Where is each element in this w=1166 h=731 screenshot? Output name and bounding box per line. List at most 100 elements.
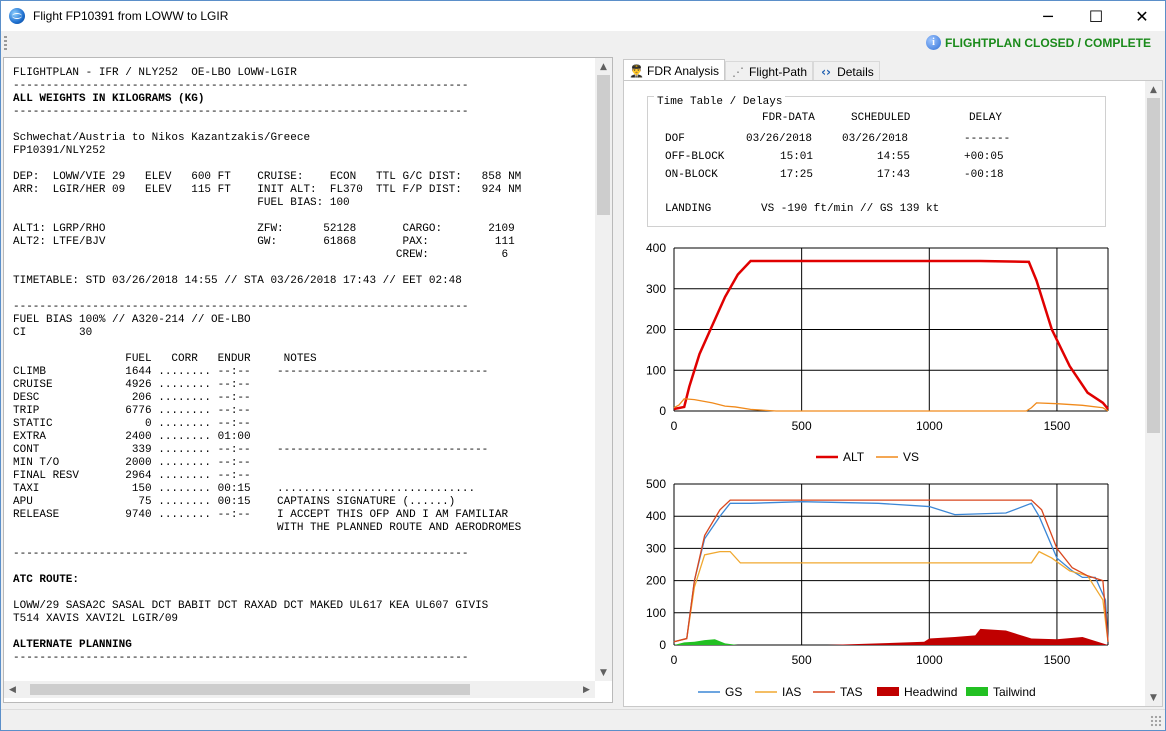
flightplan-line: ----------------------------------------… — [13, 80, 469, 92]
legend-label-ias: IAS — [782, 685, 801, 699]
timetable-sched-value: 17:43 — [877, 169, 911, 181]
y-tick-label: 400 — [646, 509, 666, 523]
scroll-up-arrow-icon[interactable]: ▲ — [595, 58, 612, 75]
y-tick-label: 300 — [646, 541, 666, 555]
timetable-fdr-value: 17:25 — [780, 169, 814, 181]
landing-label: LANDING — [665, 203, 712, 215]
flightplan-line: ----------------------------------------… — [13, 106, 469, 118]
flightplan-line — [13, 158, 521, 171]
y-tick-label: 100 — [646, 606, 666, 620]
resize-grip-icon[interactable] — [1150, 715, 1162, 727]
tab-label: FDR Analysis — [647, 63, 720, 78]
application-window: Flight FP10391 from LOWW to LGIR ─ ☐ ✕ i… — [0, 0, 1166, 731]
y-tick-label: 200 — [646, 323, 666, 337]
landing-value: VS -190 ft/min // GS 139 kt — [761, 203, 940, 215]
flightplan-text: FLIGHTPLAN - IFR / NLY252 OE-LBO LOWW-LG… — [13, 67, 521, 665]
timetable-header-fdr: FDR-DATA — [762, 112, 815, 124]
x-tick-label: 500 — [792, 653, 812, 667]
scroll-down-arrow-icon[interactable]: ▼ — [1145, 689, 1162, 706]
flightplan-line — [13, 561, 521, 574]
status-indicator: i FLIGHTPLAN CLOSED / COMPLETE — [926, 35, 1151, 50]
tab-label: Details — [837, 64, 874, 79]
timetable-row-label: ON-BLOCK — [665, 169, 718, 181]
scroll-right-arrow-icon[interactable]: ▶ — [578, 681, 595, 698]
analysis-panel: 👨‍✈️ FDR Analysis ⋰ Flight-Path ‹› Detai… — [623, 57, 1165, 707]
flightplan-line: TAXI 150 ........ 00:15 ................… — [13, 483, 476, 495]
timetable-delay-value: -00:18 — [964, 169, 1004, 181]
timetable-legend: Time Table / Delays — [654, 96, 786, 108]
path-icon: ⋰ — [732, 64, 745, 79]
series-line-vs — [673, 398, 1109, 412]
flightplan-line — [13, 119, 521, 132]
flightplan-line: ALT1: LGRP/RHO ZFW: 52128 CARGO: 2109 — [13, 223, 515, 235]
status-bar — [1, 709, 1165, 730]
y-tick-label: 500 — [646, 478, 666, 491]
flightplan-horizontal-scrollbar[interactable]: ◀ ▶ — [4, 681, 595, 698]
analysis-vertical-scrollbar[interactable]: ▲ ▼ — [1145, 81, 1162, 706]
legend-label-headwind: Headwind — [904, 685, 957, 699]
y-tick-label: 300 — [646, 282, 666, 296]
flightplan-line: RELEASE 9740 ........ --:-- I ACCEPT THI… — [13, 509, 509, 521]
series-line-alt — [673, 259, 1109, 411]
flightplan-line: CLIMB 1644 ........ --:-- --------------… — [13, 366, 489, 378]
timetable-fdr-value: 03/26/2018 — [746, 133, 813, 145]
flightplan-line: ARR: LGIR/HER 09 ELEV 115 FT INIT ALT: F… — [13, 184, 522, 196]
legend-label-tailwind: Tailwind — [993, 685, 1036, 699]
flightplan-line: DEP: LOWW/VIE 29 ELEV 600 FT CRUISE: ECO… — [13, 171, 522, 183]
series-line-ias — [673, 550, 1109, 643]
x-tick-label: 1500 — [1044, 419, 1071, 433]
tab-fdr-analysis[interactable]: 👨‍✈️ FDR Analysis — [623, 59, 726, 81]
timetable-sched-value: 03/26/2018 — [842, 133, 909, 145]
tab-details[interactable]: ‹› Details — [813, 61, 880, 81]
flightplan-line: TIMETABLE: STD 03/26/2018 14:55 // STA 0… — [13, 275, 462, 287]
timetable-box: Time Table / Delays FDR-DATA SCHEDULED D… — [647, 96, 1106, 227]
timetable-delay-value: ------- — [964, 133, 1011, 145]
scroll-thumb[interactable] — [1147, 98, 1160, 433]
maximize-button[interactable]: ☐ — [1073, 1, 1119, 31]
close-button[interactable]: ✕ — [1119, 1, 1165, 31]
window-title: Flight FP10391 from LOWW to LGIR — [33, 9, 229, 23]
title-bar[interactable]: Flight FP10391 from LOWW to LGIR ─ ☐ ✕ — [1, 1, 1165, 31]
scroll-thumb[interactable] — [597, 75, 610, 215]
fdr-analysis-tab-content: Time Table / Delays FDR-DATA SCHEDULED D… — [623, 80, 1163, 707]
flightplan-line: DESC 206 ........ --:-- — [13, 392, 251, 404]
legend-label-alt: ALT — [843, 450, 865, 464]
x-tick-label: 0 — [671, 653, 678, 667]
timetable-row-label: OFF-BLOCK — [665, 151, 725, 163]
flightplan-line: TRIP 6776 ........ --:-- — [13, 405, 251, 417]
horizontal-scroll-thumb[interactable] — [30, 684, 470, 695]
x-tick-label: 0 — [671, 419, 678, 433]
timetable-sched-value: 14:55 — [877, 151, 911, 163]
flightplan-line: CI 30 — [13, 327, 93, 339]
flightplan-line — [13, 587, 521, 600]
timetable-header-delay: DELAY — [969, 112, 1003, 124]
flightplan-line: EXTRA 2400 ........ 01:00 — [13, 431, 251, 443]
flightplan-line: FLIGHTPLAN - IFR / NLY252 OE-LBO LOWW-LG… — [13, 67, 297, 79]
series-line-gs — [673, 501, 1109, 643]
timetable-delay-value: +00:05 — [964, 151, 1004, 163]
y-tick-label: 0 — [659, 404, 666, 418]
timetable-fdr-value: 15:01 — [780, 151, 814, 163]
flightplan-line — [13, 210, 521, 223]
flightplan-vertical-scrollbar[interactable]: ▲ ▼ — [595, 58, 612, 681]
minimize-button[interactable]: ─ — [1025, 1, 1071, 31]
flightplan-line: CRUISE 4926 ........ --:-- — [13, 379, 251, 391]
flightplan-line: ALL WEIGHTS IN KILOGRAMS (KG) — [13, 93, 205, 105]
flightplan-line: FUEL BIAS: 100 — [13, 197, 350, 209]
scroll-down-arrow-icon[interactable]: ▼ — [595, 664, 612, 681]
toolbar: i FLIGHTPLAN CLOSED / COMPLETE — [1, 31, 1165, 57]
toolbar-grip[interactable] — [4, 36, 7, 52]
flightplan-line: CONT 339 ........ --:-- ----------------… — [13, 444, 489, 456]
legend-swatch-tailwind — [966, 687, 988, 696]
scroll-left-arrow-icon[interactable]: ◀ — [4, 681, 21, 698]
flightplan-line: LOWW/29 SASA2C SASAL DCT BABIT DCT RAXAD… — [13, 600, 489, 612]
scroll-up-arrow-icon[interactable]: ▲ — [1145, 81, 1162, 98]
flightplan-line: T514 XAVIS XAVI2L LGIR/09 — [13, 613, 179, 625]
altitude-vs-chart: 0 100 200 300 400 0 500 1000 1500 ALT VS — [646, 241, 1109, 464]
flightplan-line: FUEL BIAS 100% // A320-214 // OE-LBO — [13, 314, 251, 326]
speed-wind-chart: 0 100 200 300 400 500 0 500 1000 1500 GS IAS TAS Head… — [646, 478, 1109, 699]
tab-flight-path[interactable]: ⋰ Flight-Path — [725, 61, 814, 81]
y-tick-label: 0 — [659, 638, 666, 652]
legend-label-vs: VS — [903, 450, 919, 464]
flightplan-text-panel[interactable]: FLIGHTPLAN - IFR / NLY252 OE-LBO LOWW-LG… — [3, 57, 613, 703]
